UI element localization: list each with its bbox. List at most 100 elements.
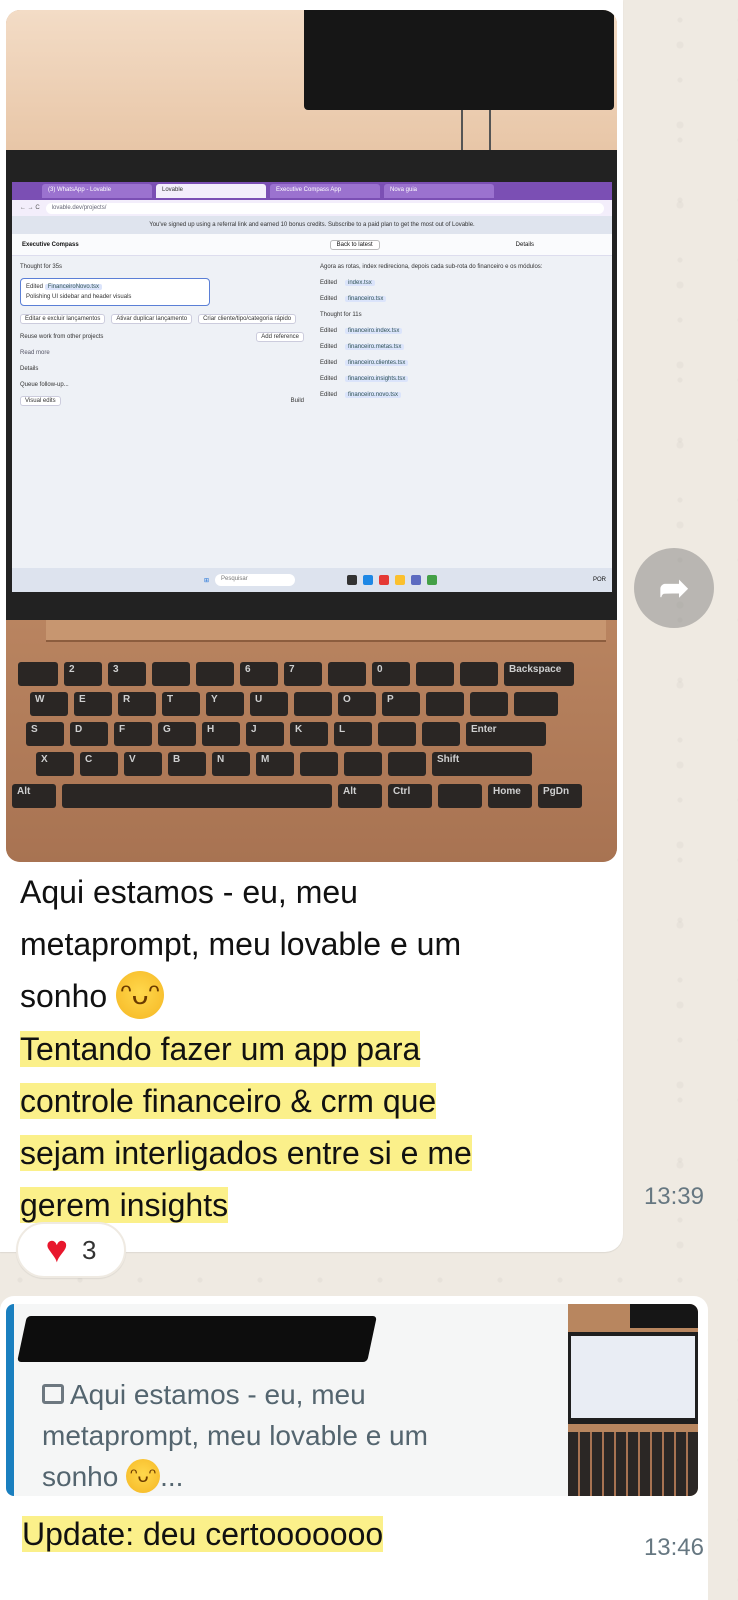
quoted-line: metaprompt, meu lovable e um (42, 1420, 428, 1451)
activity-line: Thought for 11s (320, 312, 604, 318)
key: T (162, 692, 200, 716)
key (300, 752, 338, 776)
key: Y (206, 692, 244, 716)
highlighted-text: Tentando fazer um app para (20, 1030, 421, 1067)
key: D (70, 722, 108, 746)
url-field: lovable.dev/projects/ (45, 202, 604, 214)
key-row: X C V B N M Shift (36, 752, 532, 776)
caption-line: sonho (20, 978, 108, 1014)
key: R (118, 692, 156, 716)
redacted-sender-name (17, 1316, 377, 1362)
taskbar-app-icon (411, 575, 422, 585)
key: L (334, 722, 372, 746)
key: 0 (372, 662, 410, 686)
activity-chip: financeiro.tsx (345, 296, 387, 302)
caption-line: metaprompt, meu lovable e um (20, 926, 462, 962)
activity-label: Edited (320, 296, 338, 302)
thumb-keyboard (568, 1432, 698, 1496)
activity-chip: financeiro.metas.tsx (345, 344, 405, 350)
read-more-link: Read more (20, 350, 50, 356)
polishing-text: Polishing UI sidebar and header visuals (26, 294, 132, 300)
suggestion-row: Editar e excluir lançamentos Ativar dupl… (20, 314, 304, 324)
enter-key: Enter (466, 722, 546, 746)
key: X (36, 752, 74, 776)
activity-intro: Agora as rotas, index redireciona, depoi… (320, 264, 543, 270)
key (422, 722, 460, 746)
thumb-screen (568, 1332, 698, 1424)
arrow-left-key (438, 784, 482, 808)
message-photo[interactable]: (3) WhatsApp - Lovable Lovable Executive… (6, 10, 617, 862)
visual-edits-pill: Visual edits (20, 396, 61, 406)
thumb-screen-content (571, 1336, 695, 1418)
quoted-thumbnail (568, 1304, 698, 1496)
highlighted-text: Update: deu certooooooo (22, 1516, 384, 1552)
file-chip: FinanceiroNovo.tsx (44, 284, 103, 290)
key (328, 662, 366, 686)
activity-line: Edited financeiro.insights.tsx (320, 376, 604, 382)
browser-tab: Nova guia (384, 184, 494, 198)
build-label: Build (290, 398, 304, 404)
key (196, 662, 234, 686)
reuse-row: Reuse work from other projects Add refer… (20, 332, 304, 342)
thumb-tv (630, 1304, 698, 1328)
activity-thought: Thought for 11s (320, 312, 362, 318)
browser-tab: Executive Compass App (270, 184, 380, 198)
key (378, 722, 416, 746)
suggestion-pill: Editar e excluir lançamentos (20, 314, 106, 324)
activity-chip: financeiro.insights.tsx (345, 376, 409, 382)
key: F (114, 722, 152, 746)
activity-line: Edited financeiro.index.tsx (320, 328, 604, 334)
key: 6 (240, 662, 278, 686)
key: N (212, 752, 250, 776)
browser-tab: (3) WhatsApp - Lovable (42, 184, 152, 198)
forward-icon[interactable]: ➦ (634, 548, 714, 628)
key (416, 662, 454, 686)
shift-key: Shift (432, 752, 532, 776)
photo-laptop-screen: (3) WhatsApp - Lovable Lovable Executive… (6, 150, 617, 620)
caption-line: Aqui estamos - eu, meu (20, 874, 358, 910)
activity-line: Edited index.tsx (320, 280, 604, 286)
image-icon (42, 1383, 64, 1404)
quoted-message[interactable]: Aqui estamos - eu, meu metaprompt, meu l… (6, 1304, 698, 1496)
details-toggle: Details (20, 366, 39, 372)
referral-banner: You've signed up using a referral link a… (12, 216, 612, 234)
activity-label: Edited (320, 328, 338, 334)
sweat-smile-emoji-icon: ᵔᴗᵔ (116, 970, 165, 1019)
key (514, 692, 558, 716)
reaction-pill[interactable]: ♥ 3 (16, 1222, 126, 1278)
taskbar-app-icon (379, 575, 390, 585)
taskbar-app-icon (395, 575, 406, 585)
photo-tv-cable (461, 110, 491, 150)
quoted-ellipsis: ... (160, 1461, 184, 1492)
key: 2 (64, 662, 102, 686)
key: V (124, 752, 162, 776)
key-row: 2 3 6 7 0 Backspace (18, 662, 574, 686)
heart-icon: ♥ (45, 1229, 69, 1271)
message-bubble-photo[interactable]: (3) WhatsApp - Lovable Lovable Executive… (0, 0, 623, 1252)
chat-pane: Thought for 35s Edited FinanceiroNovo.ts… (12, 256, 312, 526)
key-row: S D F G H J K L Enter (26, 722, 546, 746)
message-caption: Aqui estamos - eu, meu metaprompt, meu l… (20, 866, 610, 1231)
activity-chip: financeiro.clientes.tsx (345, 360, 409, 366)
composer-row: Visual edits Build (20, 396, 304, 406)
activity-label: Edited (320, 376, 338, 382)
reaction-count: 3 (82, 1234, 97, 1265)
laptop-screen-content: (3) WhatsApp - Lovable Lovable Executive… (12, 182, 612, 592)
details-label: Details (515, 241, 534, 248)
edit-card: Edited FinanceiroNovo.tsx Polishing UI s… (20, 278, 210, 306)
space-key (62, 784, 332, 808)
activity-pane: Agora as rotas, index redireciona, depoi… (312, 256, 612, 526)
highlighted-text: gerem insights (20, 1186, 229, 1223)
key (294, 692, 332, 716)
key: S (26, 722, 64, 746)
message-timestamp: 13:46 (643, 1534, 704, 1561)
key (152, 662, 190, 686)
key: 3 (108, 662, 146, 686)
key: K (290, 722, 328, 746)
activity-chip: index.tsx (345, 280, 375, 286)
activity-line: Edited financeiro.tsx (320, 296, 604, 302)
windows-start-icon: ⊞ (204, 577, 210, 584)
key-row: WERTYU OP (30, 692, 558, 716)
key: J (246, 722, 284, 746)
sweat-smile-emoji-icon: ᵔᴗᵔ (126, 1458, 161, 1493)
